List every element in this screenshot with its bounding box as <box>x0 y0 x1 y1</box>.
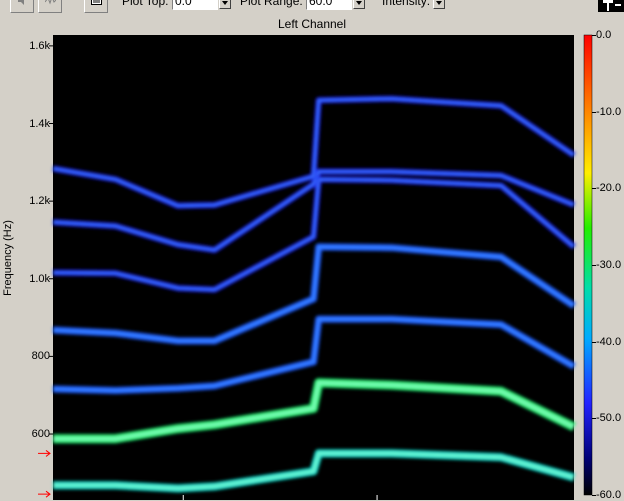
y-tick-label: 1.2k <box>29 195 50 208</box>
colorbar-tick-label: -50.0 <box>596 412 622 425</box>
colorbar-tick-mark <box>592 341 596 343</box>
colorbar-tick-label: -10.0 <box>596 105 622 118</box>
colorbar-tick-label: -60.0 <box>596 489 622 501</box>
colorbar-tick-label: 0.0 <box>596 29 612 41</box>
y-tick-label: 600 <box>31 428 50 441</box>
y-tick-label: 1.6k <box>29 39 50 52</box>
y-axis-label: Frequency (Hz) <box>2 220 14 296</box>
colorbar <box>583 34 593 496</box>
colorbar-tick-mark <box>592 188 596 190</box>
colorbar-tick-label: -40.0 <box>596 335 622 348</box>
colorbar-tick-mark <box>592 35 596 36</box>
colorbar-tick-label: -20.0 <box>596 182 622 195</box>
y-tick-label: 1.4k <box>29 117 50 130</box>
colorbar-tick-mark <box>592 265 596 266</box>
colorbar-tick-label: -30.0 <box>596 259 622 271</box>
marker-arrow-icon <box>38 450 51 457</box>
marker-arrow-icon <box>38 490 51 498</box>
spectrogram-chart <box>38 34 593 500</box>
y-tick-label: 1.0k <box>29 272 50 285</box>
colorbar-tick-mark <box>592 418 596 420</box>
colorbar-tick-mark <box>592 495 596 496</box>
y-tick-label: 800 <box>31 350 50 363</box>
colorbar-tick-mark <box>592 111 596 113</box>
